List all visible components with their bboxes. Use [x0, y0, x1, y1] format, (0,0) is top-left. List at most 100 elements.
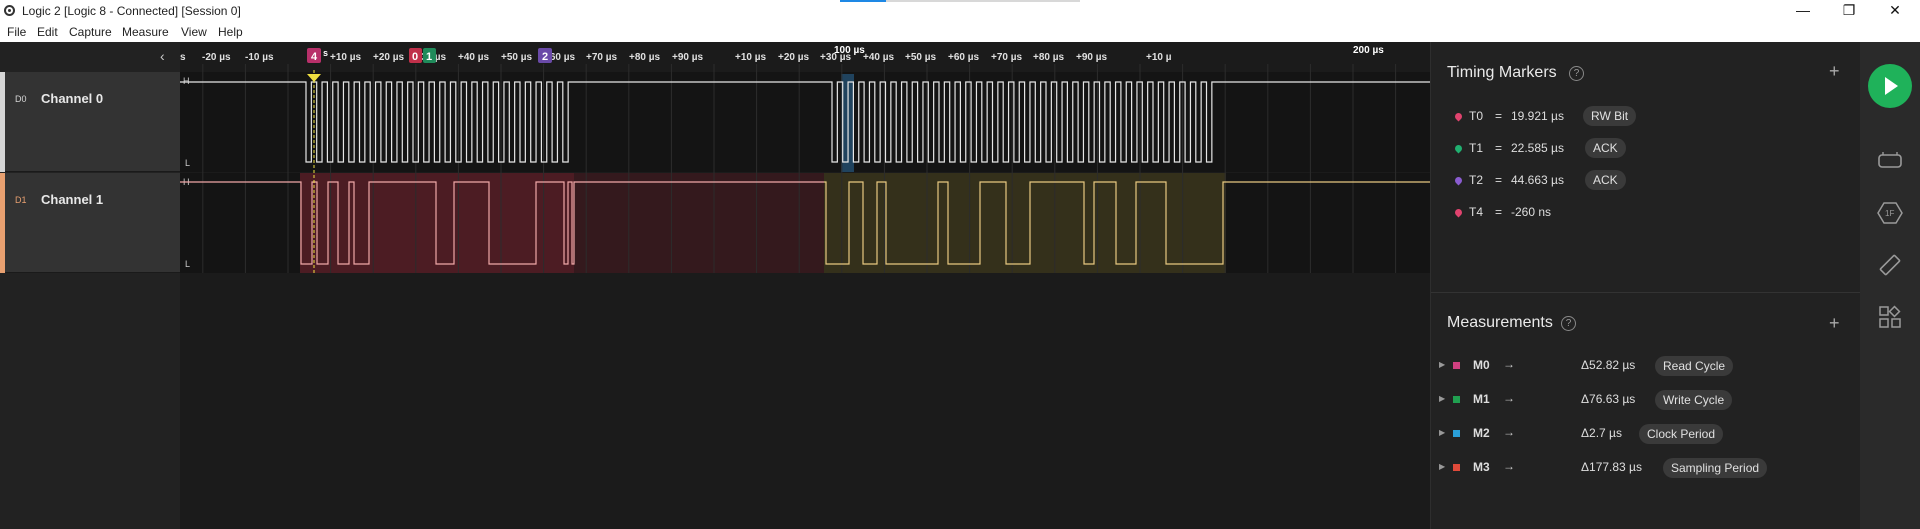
svg-text:s: s: [323, 48, 328, 58]
channel-color-stripe: [0, 173, 5, 273]
marker-equals: =: [1495, 141, 1503, 155]
measurement-tag[interactable]: Write Cycle: [1655, 390, 1733, 410]
marker-flag-2[interactable]: 2: [538, 48, 552, 63]
menu-file[interactable]: File: [7, 25, 26, 39]
measurement-value: Δ52.82 µs: [1581, 358, 1636, 372]
title-bar: Logic 2 [Logic 8 - Connected] [Session 0…: [0, 0, 1920, 22]
collapse-panel-button[interactable]: ‹: [160, 48, 165, 64]
time-tick-label: +40 µs: [458, 52, 490, 63]
svg-text:2: 2: [542, 51, 548, 63]
time-ruler: s-20 µs-10 µs+10 µs+20 µs+30 µs+40 µs+50…: [180, 45, 1384, 63]
marker-equals: =: [1495, 173, 1503, 187]
marker-flag-1[interactable]: 1: [423, 48, 436, 63]
marker-flag-4[interactable]: 4 s: [307, 48, 328, 63]
marker-equals: =: [1495, 205, 1503, 219]
analyzers-icon[interactable]: 1F: [1877, 200, 1903, 226]
marker-flag-0[interactable]: 0: [409, 48, 422, 63]
measurement-value: Δ76.63 µs: [1581, 392, 1636, 406]
marker-name: T0: [1469, 109, 1484, 123]
time-tick-label: +40 µs: [863, 52, 895, 63]
timing-markers-title: Timing Markers: [1447, 64, 1557, 81]
measurement-color-icon: [1453, 430, 1460, 437]
measurements-title: Measurements: [1447, 314, 1553, 331]
menu-help[interactable]: Help: [218, 25, 243, 39]
expand-caret-icon[interactable]: ▶: [1439, 462, 1445, 471]
expand-caret-icon[interactable]: ▶: [1439, 428, 1445, 437]
time-tick-label: +50 µs: [905, 52, 937, 63]
time-tick-label: +50 µs: [501, 52, 533, 63]
marker-value: 19.921 µs: [1511, 109, 1564, 123]
time-tick-label: +80 µs: [629, 52, 661, 63]
measurement-row[interactable]: ▶ M0 → Δ52.82 µs Read Cycle: [1439, 354, 1849, 378]
menu-view[interactable]: View: [181, 25, 207, 39]
marker-tag[interactable]: RW Bit: [1583, 106, 1637, 126]
marker-tag[interactable]: ACK: [1585, 138, 1626, 158]
measurement-name: M2: [1473, 426, 1490, 440]
measurement-row[interactable]: ▶ M1 → Δ76.63 µs Write Cycle: [1439, 388, 1849, 412]
marker-value: -260 ns: [1511, 205, 1552, 219]
measurement-tag[interactable]: Clock Period: [1639, 424, 1724, 444]
menu-edit[interactable]: Edit: [37, 25, 58, 39]
close-button[interactable]: ✕: [1872, 0, 1918, 22]
channel-row-0[interactable]: D0 Channel 0: [0, 72, 180, 172]
expand-caret-icon[interactable]: ▶: [1439, 394, 1445, 403]
arrow-right-icon: →: [1503, 357, 1515, 371]
start-capture-button[interactable]: [1868, 64, 1912, 108]
arrow-right-icon: →: [1503, 459, 1515, 473]
right-toolbar: 1F: [1860, 42, 1920, 529]
time-tick-label: +90 µs: [1076, 52, 1108, 63]
time-tick-label: +70 µs: [586, 52, 618, 63]
ch0-low-label: L: [185, 158, 190, 168]
read-cycle-region: [300, 173, 574, 273]
channel-0-lane: [180, 72, 1430, 172]
marker-pin-icon: [1453, 111, 1464, 122]
add-timing-marker-button[interactable]: +: [1829, 61, 1840, 82]
measurement-tag[interactable]: Read Cycle: [1655, 356, 1734, 376]
measurement-color-icon: [1453, 396, 1460, 403]
menu-capture[interactable]: Capture: [69, 25, 112, 39]
sidebar-panel: Timing Markers ? + T0 = 19.921 µs RW Bit…: [1430, 42, 1861, 529]
measurements-help-icon[interactable]: ?: [1561, 316, 1576, 331]
measurement-tag[interactable]: Sampling Period: [1663, 458, 1768, 478]
measure-ruler-icon[interactable]: [1877, 252, 1903, 278]
channel-name[interactable]: Channel 0: [41, 91, 103, 106]
measurement-row[interactable]: ▶ M3 → Δ177.83 µs Sampling Period: [1439, 456, 1849, 480]
ch0-high-label: H: [183, 76, 190, 86]
measurement-value: Δ2.7 µs: [1581, 426, 1622, 440]
time-tick-label: +20 µs: [373, 52, 405, 63]
time-tick-label: s: [180, 52, 186, 63]
extensions-icon[interactable]: [1877, 304, 1903, 330]
marker-tag[interactable]: ACK: [1585, 170, 1626, 190]
measurement-row[interactable]: ▶ M2 → Δ2.7 µs Clock Period: [1439, 422, 1849, 446]
menu-measure[interactable]: Measure: [122, 25, 169, 39]
arrow-right-icon: →: [1503, 391, 1515, 405]
capture-settings-icon[interactable]: [1877, 148, 1903, 174]
maximize-button[interactable]: ❐: [1826, 0, 1872, 22]
time-major-label: 100 µs: [834, 45, 865, 56]
capture-progress-indicator: [840, 0, 1080, 2]
time-tick-label: +20 µs: [778, 52, 810, 63]
marker-name: T1: [1469, 141, 1484, 155]
time-tick-label: +90 µs: [672, 52, 704, 63]
measurement-color-icon: [1453, 362, 1460, 369]
time-tick-label: +60 µs: [948, 52, 980, 63]
channel-panel: ‹ D0 Channel 0 D1 Channel 1: [0, 42, 180, 529]
marker-value: 22.585 µs: [1511, 141, 1564, 155]
minimize-button[interactable]: —: [1780, 0, 1826, 22]
time-major-label: 200 µs: [1353, 45, 1384, 56]
channel-row-1[interactable]: D1 Channel 1: [0, 173, 180, 273]
waveform-canvas[interactable]: s-20 µs-10 µs+10 µs+20 µs+30 µs+40 µs+50…: [180, 42, 1430, 529]
svg-text:1F: 1F: [1885, 209, 1894, 218]
expand-caret-icon[interactable]: ▶: [1439, 360, 1445, 369]
waveform-view[interactable]: s-20 µs-10 µs+10 µs+20 µs+30 µs+40 µs+50…: [180, 42, 1430, 529]
channel-name[interactable]: Channel 1: [41, 192, 103, 207]
svg-text:4: 4: [311, 51, 318, 63]
measurement-name: M1: [1473, 392, 1490, 406]
channel-color-stripe: [0, 72, 5, 172]
timing-markers-help-icon[interactable]: ?: [1569, 66, 1584, 81]
marker-pin-icon: [1453, 143, 1464, 154]
time-tick-label: +10 µs: [330, 52, 362, 63]
add-measurement-button[interactable]: +: [1829, 313, 1840, 334]
app-logo-icon: [4, 5, 15, 16]
read-cycle-region-tail: [574, 173, 824, 273]
